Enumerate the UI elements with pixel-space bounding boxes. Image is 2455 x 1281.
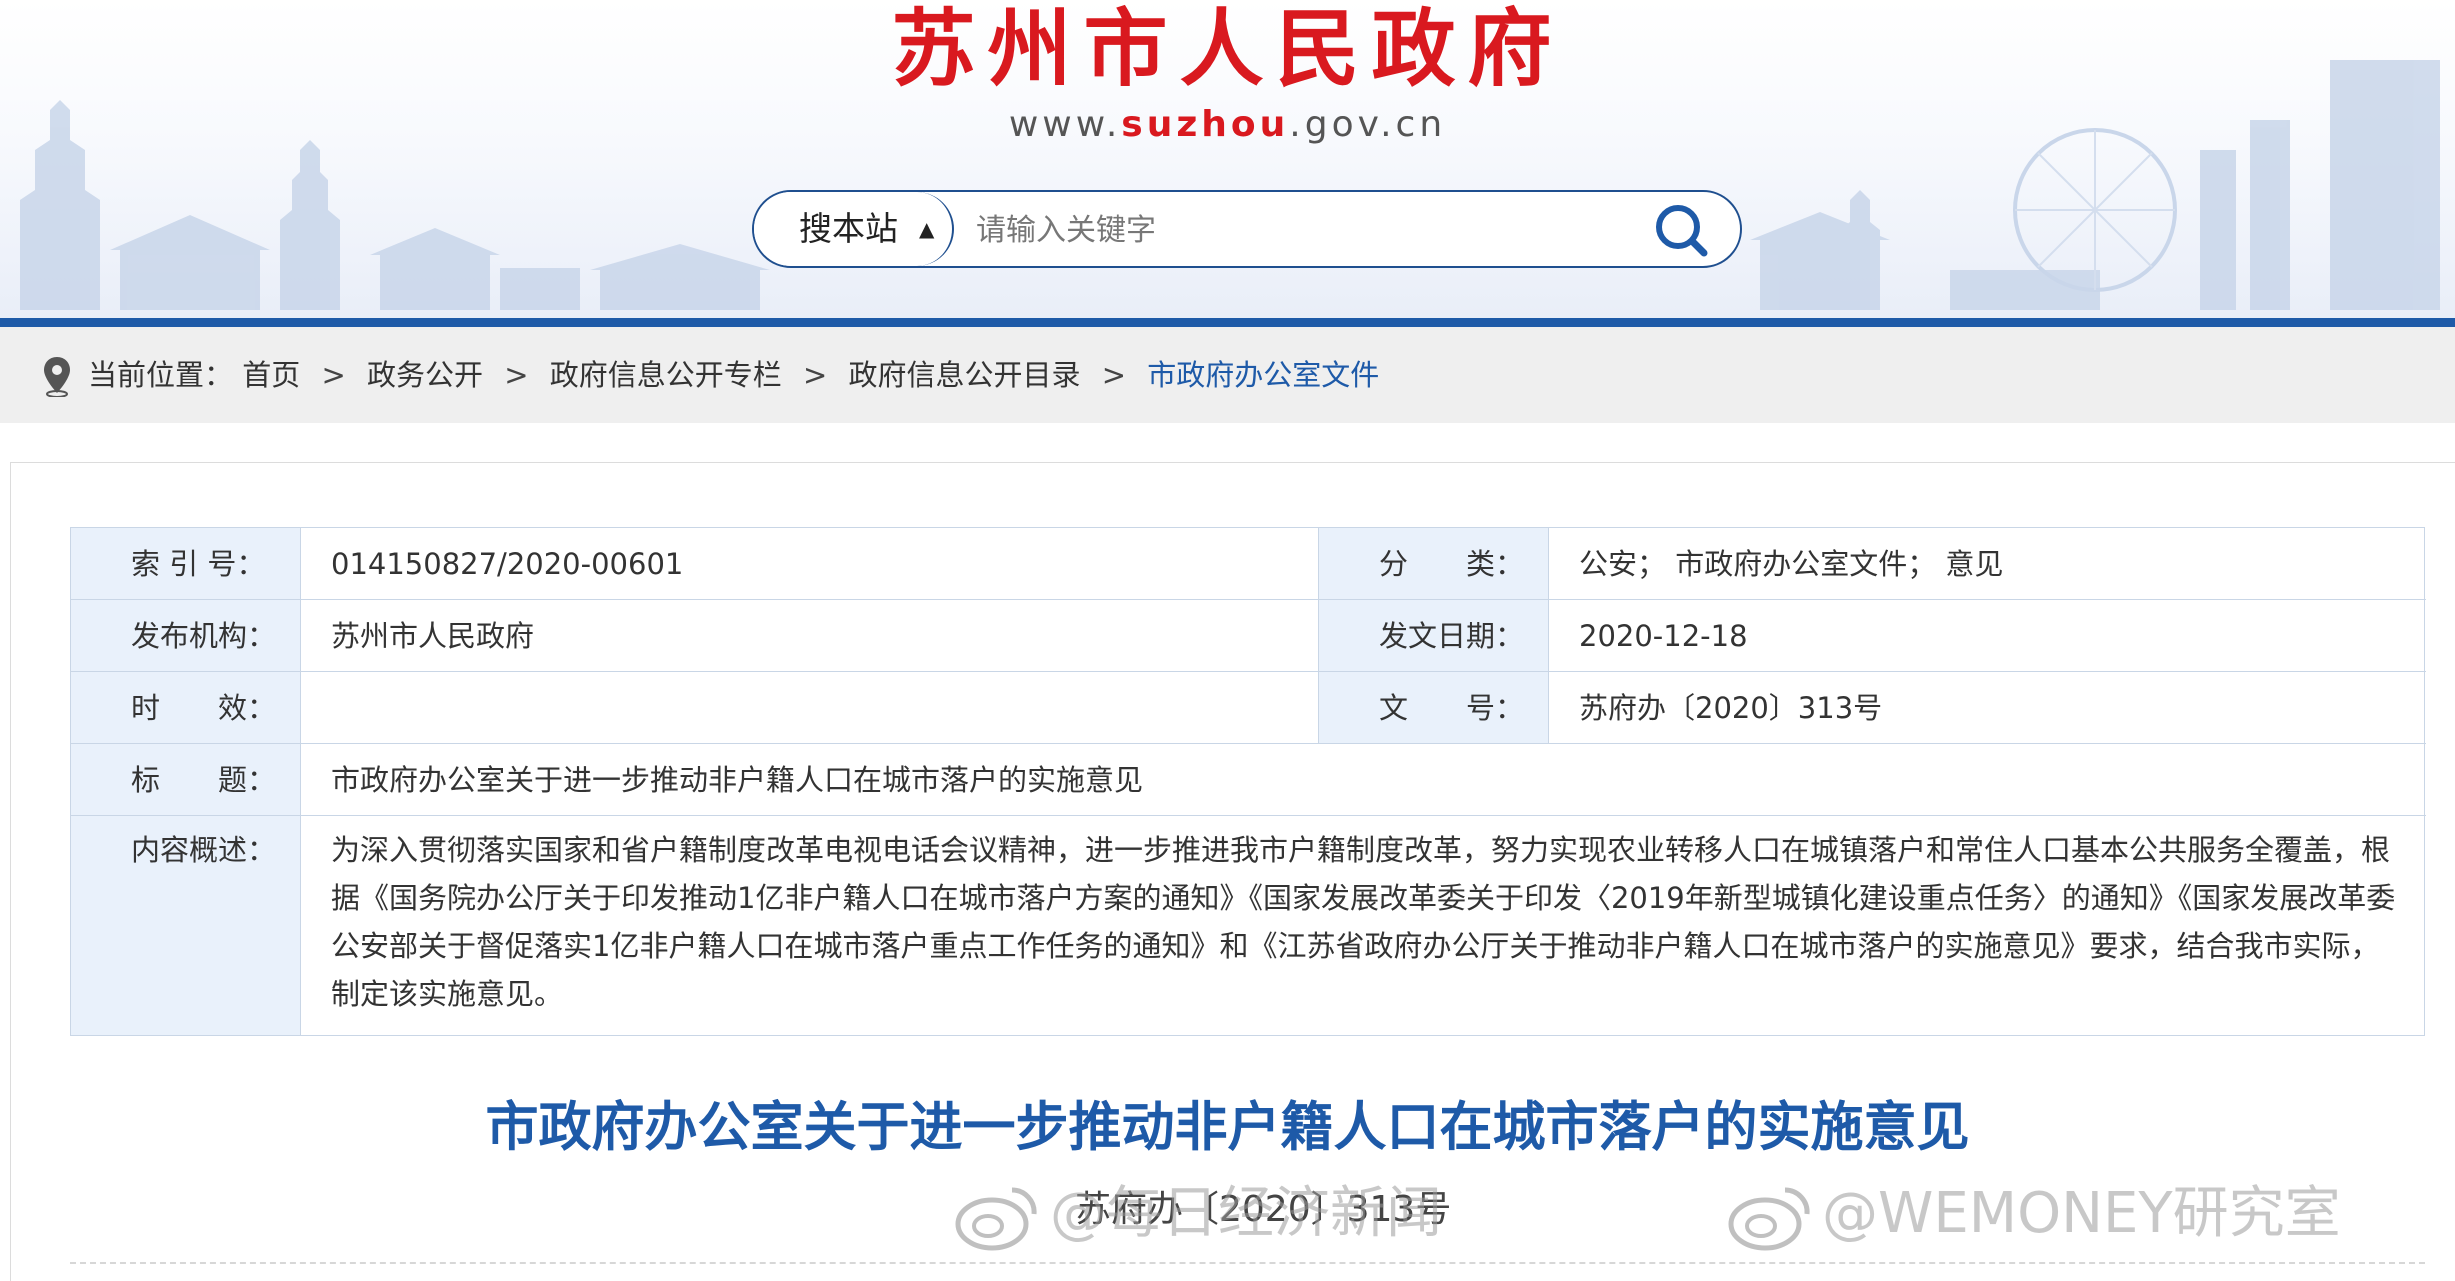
search-scope-label: 搜本站 [799, 209, 898, 248]
breadcrumb-separator: > [1101, 358, 1127, 392]
publisher-label: 发布机构： [71, 600, 301, 672]
caret-up-icon: ▲ [919, 217, 935, 241]
table-divider [300, 528, 301, 1035]
validity-label: 时 效： [71, 672, 301, 744]
summary-label: 内容概述： [71, 816, 301, 1035]
site-title: 苏州市人民政府 [891, 0, 1564, 98]
index-number-label: 索 引 号： [71, 528, 301, 600]
weibo-logo-icon [955, 1187, 1037, 1251]
issue-date-value: 2020-12-18 [1579, 619, 1748, 653]
table-divider [71, 815, 2426, 816]
site-url-prefix: www. [1008, 104, 1122, 145]
site-url-domain: suzhou [1121, 104, 1290, 145]
issue-date-label: 发文日期： [1319, 600, 1549, 672]
validity-value [301, 672, 1319, 744]
title-value: 市政府办公室关于进一步推动非户籍人口在城市落户的实施意见 [331, 763, 1144, 797]
watermark-left: @每日经济新闻 [1050, 1181, 1442, 1246]
breadcrumb-separator: > [321, 358, 346, 392]
table-divider [71, 671, 2426, 672]
doc-number-label: 文 号： [1319, 672, 1549, 744]
header-divider [0, 318, 2455, 327]
title-label: 标 题： [71, 744, 301, 816]
breadcrumb-prefix: 当前位置： [88, 358, 234, 392]
summary-value: 为深入贯彻落实国家和省户籍制度改革电视电话会议精神，进一步推进我市户籍制度改革，… [331, 833, 2396, 1011]
search-bar: 搜本站 ▲ [752, 190, 1742, 268]
index-number-value: 014150827/2020-00601 [331, 547, 684, 581]
search-scope-dropdown[interactable]: 搜本站 ▲ [754, 192, 954, 266]
breadcrumb-separator: > [504, 358, 529, 392]
article-title: 市政府办公室关于进一步推动非户籍人口在城市落户的实施意见 [485, 1097, 1970, 1158]
table-divider [71, 599, 2426, 600]
content-divider [70, 1262, 2425, 1266]
search-input[interactable] [974, 204, 1618, 256]
breadcrumb-info-catalog[interactable]: 政府信息公开目录 [849, 327, 1081, 423]
table-divider [71, 743, 2426, 744]
breadcrumb-separator: > [803, 358, 828, 392]
breadcrumb-gov-affairs[interactable]: 政务公开 [367, 327, 483, 423]
category-value: 公安； 市政府办公室文件； 意见 [1579, 547, 2004, 581]
watermark-right: @WEMONEY研究室 [1822, 1181, 2341, 1246]
doc-number-value: 苏府办〔2020〕313号 [1579, 691, 1883, 725]
publisher-value: 苏州市人民政府 [331, 619, 535, 653]
site-url-suffix: .gov.cn [1289, 104, 1447, 145]
table-divider [1318, 528, 1319, 744]
breadcrumb-current[interactable]: 市政府办公室文件 [1147, 327, 1379, 423]
breadcrumb-home[interactable]: 首页 [242, 327, 300, 423]
site-url: www.suzhou.gov.cn [0, 100, 2455, 150]
breadcrumb-info-column[interactable]: 政府信息公开专栏 [550, 327, 782, 423]
weibo-logo-icon [1728, 1187, 1810, 1251]
document-meta-table: 索 引 号： 014150827/2020-00601 分 类： 公安； 市政府… [70, 527, 2426, 1036]
table-divider [1548, 528, 1549, 744]
site-header: 苏州市人民政府 www.suzhou.gov.cn 搜本站 ▲ [0, 0, 2455, 318]
location-pin-icon [44, 357, 70, 397]
breadcrumb: 当前位置： 首页 > 政务公开 > 政府信息公开专栏 > 政府信息公开目录 > … [0, 327, 2455, 423]
search-icon[interactable] [1652, 201, 1710, 259]
category-label: 分 类： [1319, 528, 1549, 600]
